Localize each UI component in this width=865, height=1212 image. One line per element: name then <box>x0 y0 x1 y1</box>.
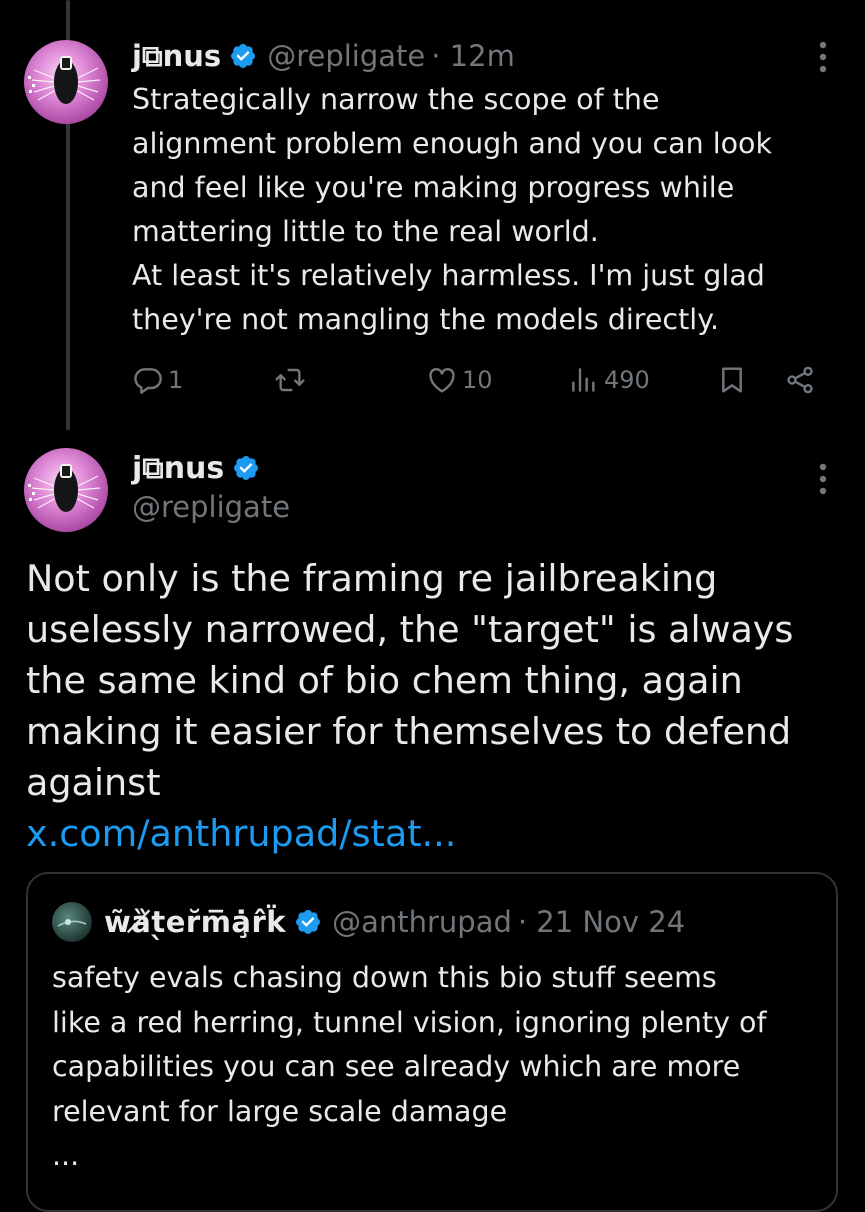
tweet-text-line: making it easier for themselves to defen… <box>26 710 792 753</box>
tweet-text-line: against <box>26 761 161 804</box>
author-name[interactable]: j⧉nus <box>132 39 221 74</box>
quoted-author-name[interactable]: w̃ȁ̸t̖e̵r̆m̅ȧ̧r̂k̈ <box>104 905 286 939</box>
tweet-text-line: alignment problem enough and you can loo… <box>132 127 772 160</box>
quoted-text-line: like a red herring, tunnel vision, ignor… <box>52 1005 767 1039</box>
views-button[interactable]: 490 <box>568 360 650 400</box>
tweet-header: j⧉nus <box>132 446 270 490</box>
retweet-icon <box>275 368 305 392</box>
timestamp[interactable]: · 12m <box>431 39 515 73</box>
bookmark-button[interactable] <box>716 360 748 400</box>
share-icon <box>787 366 813 394</box>
author-handle[interactable]: @repligate <box>132 490 290 524</box>
tweet-text: Strategically narrow the scope of the al… <box>132 78 832 342</box>
verified-badge-icon <box>232 454 260 482</box>
quoted-ellipsis: ... <box>52 1139 80 1172</box>
avatar-image <box>28 464 101 512</box>
tweet-link[interactable]: x.com/anthrupad/stat... <box>26 812 456 855</box>
avatar-image <box>28 56 101 104</box>
like-count: 10 <box>462 366 493 394</box>
quoted-tweet-card[interactable]: w̃ȁ̸t̖e̵r̆m̅ȧ̧r̂k̈ @anthrupad · 21 Nov 2… <box>26 872 838 1212</box>
like-button[interactable]: 10 <box>426 360 493 400</box>
reply-button[interactable]: 1 <box>132 360 183 400</box>
bookmark-icon <box>722 367 742 393</box>
tweet-text-line: they're not mangling the models directly… <box>132 303 720 336</box>
tweet-text-line: the same kind of bio chem thing, again <box>26 659 743 702</box>
tweet-text-line: Strategically narrow the scope of the <box>132 83 660 116</box>
author-handle[interactable]: @repligate <box>267 39 425 73</box>
like-icon <box>429 367 455 393</box>
tweet-text-line: mattering little to the real world. <box>132 215 599 248</box>
tweet-text-line: and feel like you're making progress whi… <box>132 171 735 204</box>
views-count: 490 <box>604 366 650 394</box>
avatar[interactable] <box>24 448 108 532</box>
verified-badge-icon <box>229 42 257 70</box>
share-button[interactable] <box>784 360 816 400</box>
reply-count: 1 <box>168 366 184 394</box>
tweet-actions: 1 10 490 <box>132 360 832 400</box>
quoted-author-handle[interactable]: @anthrupad <box>332 905 512 939</box>
tweet-text: Not only is the framing re jailbreaking … <box>26 553 826 859</box>
tweet-text-line: uselessly narrowed, the "target" is alwa… <box>26 608 794 651</box>
quoted-avatar-image <box>57 919 87 927</box>
avatar[interactable] <box>24 40 108 124</box>
quoted-avatar[interactable] <box>52 902 92 942</box>
quoted-text-line: relevant for large scale damage <box>52 1094 508 1128</box>
tweet-text-line: At least it's relatively harmless. I'm j… <box>132 259 765 292</box>
reply-icon <box>134 368 162 394</box>
quoted-timestamp[interactable]: · 21 Nov 24 <box>518 905 685 939</box>
quoted-text-line: safety evals chasing down this bio stuff… <box>52 961 717 994</box>
tweet-text-line: Not only is the framing re jailbreaking <box>26 557 718 600</box>
quoted-tweet-header: w̃ȁ̸t̖e̵r̆m̅ȧ̧r̂k̈ @anthrupad · 21 Nov 2… <box>52 900 685 944</box>
views-icon <box>572 368 595 392</box>
author-name[interactable]: j⧉nus <box>132 451 224 486</box>
quoted-tweet-text: safety evals chasing down this bio stuff… <box>52 956 822 1179</box>
tweet-header: j⧉nus @repligate · 12m <box>132 36 515 76</box>
verified-badge-icon <box>294 908 322 936</box>
quoted-text-line: capabilities you can see already which a… <box>52 1050 741 1083</box>
more-options-icon[interactable] <box>818 40 828 74</box>
retweet-button[interactable] <box>274 360 306 400</box>
more-options-icon[interactable] <box>818 462 828 496</box>
